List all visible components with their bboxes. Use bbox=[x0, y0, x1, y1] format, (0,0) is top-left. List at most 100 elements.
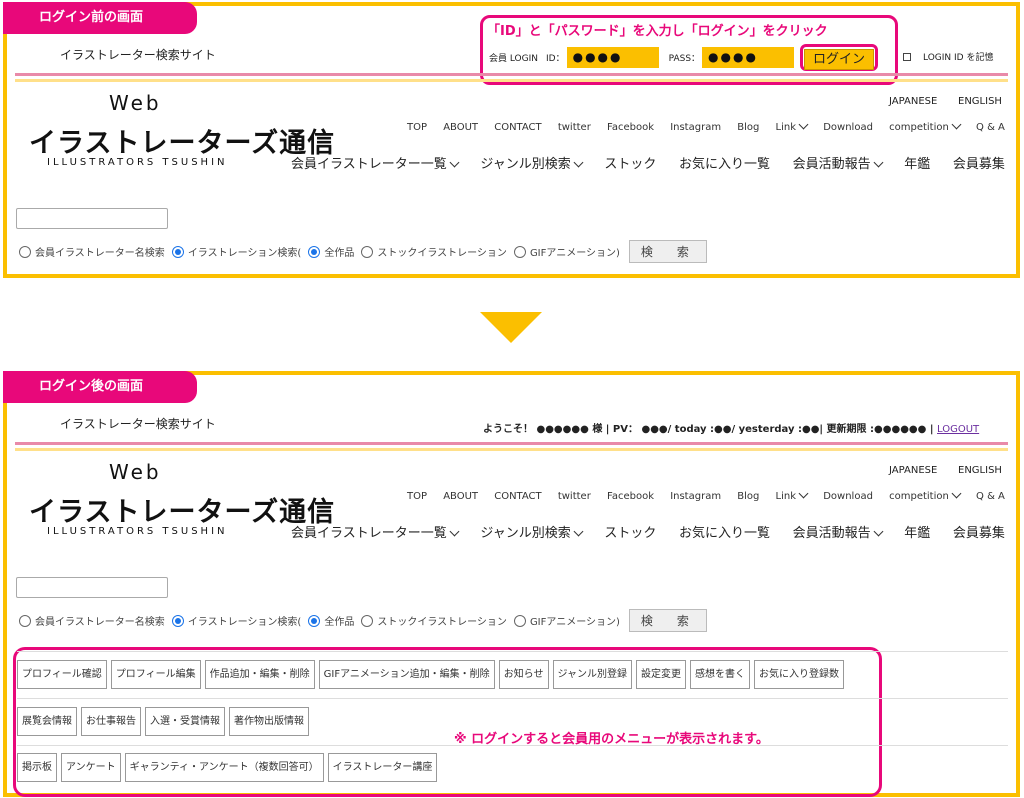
search-button[interactable]: 検 索 bbox=[628, 609, 707, 632]
nav-genre-search[interactable]: ジャンル別検索 bbox=[480, 153, 584, 172]
nav-blog[interactable]: Blog bbox=[737, 122, 759, 133]
nav-activity[interactable]: 会員活動報告 bbox=[792, 522, 884, 541]
nav-genre-search[interactable]: ジャンル別検索 bbox=[480, 522, 584, 541]
login-button[interactable]: ログイン bbox=[804, 49, 875, 70]
radio-gif[interactable]: GIFアニメーション) bbox=[513, 613, 620, 628]
nav-about[interactable]: ABOUT bbox=[443, 122, 478, 133]
nav-top[interactable]: TOP bbox=[407, 491, 427, 502]
radio-label: 会員イラストレーター名検索 bbox=[35, 617, 165, 628]
nav-top[interactable]: TOP bbox=[407, 122, 427, 133]
remember-checkbox[interactable] bbox=[903, 52, 911, 61]
after-login-tag: ログイン後の画面 bbox=[3, 371, 197, 403]
radio-all-works[interactable]: 全作品 bbox=[308, 613, 354, 628]
nav-stock[interactable]: ストック bbox=[604, 153, 656, 172]
nav-member-list[interactable]: 会員イラストレーター一覧 bbox=[291, 522, 460, 541]
radio-label: ストックイラストレーション bbox=[377, 248, 507, 259]
menu-profile-view[interactable]: プロフィール確認 bbox=[17, 660, 107, 689]
nav-activity-label: 会員活動報告 bbox=[792, 157, 871, 172]
nav-contact[interactable]: CONTACT bbox=[494, 491, 541, 502]
radio-stock[interactable]: ストックイラストレーション bbox=[361, 244, 507, 259]
radio-gif[interactable]: GIFアニメーション) bbox=[513, 244, 620, 259]
nav-download[interactable]: Download bbox=[823, 122, 873, 133]
login-instruction: 「ID」と「パスワード」を入力し「ログイン」をクリック bbox=[487, 24, 828, 39]
radio-member-name[interactable]: 会員イラストレーター名検索 bbox=[19, 244, 165, 259]
nav-yearbook[interactable]: 年鑑 bbox=[904, 522, 930, 541]
nav-download[interactable]: Download bbox=[823, 491, 873, 502]
menu-publication-info[interactable]: 著作物出版情報 bbox=[229, 707, 309, 736]
radio-stock[interactable]: ストックイラストレーション bbox=[361, 613, 507, 628]
radio-label: GIFアニメーション) bbox=[529, 248, 620, 259]
nav-member-list[interactable]: 会員イラストレーター一覧 bbox=[291, 153, 460, 172]
logo-web-text: Web bbox=[109, 91, 162, 115]
logo-en-text: ILLUSTRATORS TSUSHIN bbox=[47, 157, 228, 168]
nav-yearbook[interactable]: 年鑑 bbox=[904, 153, 930, 172]
menu-write-feedback[interactable]: 感想を書く bbox=[690, 660, 750, 689]
chevron-down-icon bbox=[951, 488, 962, 499]
nav-contact[interactable]: CONTACT bbox=[494, 122, 541, 133]
logout-link[interactable]: LOGOUT bbox=[937, 424, 979, 435]
search-input[interactable] bbox=[16, 208, 168, 229]
menu-favorite-count[interactable]: お気に入り登録数 bbox=[754, 660, 844, 689]
menu-settings[interactable]: 設定変更 bbox=[636, 660, 686, 689]
login-form: 会員 LOGIN ID： ●●●● PASS： ●●●● ログイン bbox=[489, 44, 879, 71]
menu-gif-edit[interactable]: GIFアニメーション追加・編集・削除 bbox=[318, 660, 495, 689]
radio-all-works[interactable]: 全作品 bbox=[308, 244, 354, 259]
nav-favorites[interactable]: お気に入り一覧 bbox=[679, 522, 770, 541]
logo-en-text: ILLUSTRATORS TSUSHIN bbox=[47, 526, 228, 537]
header-rule-pink bbox=[15, 73, 1008, 76]
lang-english[interactable]: ENGLISH bbox=[958, 96, 1002, 107]
site-logo[interactable]: Web イラストレーターズ通信 ILLUSTRATORS TSUSHIN bbox=[29, 91, 334, 173]
nav-facebook[interactable]: Facebook bbox=[607, 491, 654, 502]
lang-english[interactable]: ENGLISH bbox=[958, 465, 1002, 476]
menu-illustrator-course[interactable]: イラストレーター講座 bbox=[327, 753, 438, 782]
menu-guarantee-survey[interactable]: ギャランティ・アンケート（複数回答可） bbox=[124, 753, 324, 782]
nav-twitter[interactable]: twitter bbox=[558, 122, 591, 133]
menu-profile-edit[interactable]: プロフィール編集 bbox=[110, 660, 201, 689]
lang-japanese[interactable]: JAPANESE bbox=[889, 96, 937, 107]
nav-activity-label: 会員活動報告 bbox=[792, 526, 871, 541]
top-nav: TOP ABOUT CONTACT twitter Facebook Insta… bbox=[407, 119, 1005, 133]
menu-exhibition-info[interactable]: 展覧会情報 bbox=[17, 707, 77, 736]
nav-qa[interactable]: Q & A bbox=[976, 491, 1005, 502]
search-button[interactable]: 検 索 bbox=[628, 240, 707, 263]
panel-before-login: ログイン前の画面 イラストレーター検索サイト 「ID」と「パスワード」を入力し「… bbox=[3, 2, 1020, 278]
menu-bulletin-board[interactable]: 掲示板 bbox=[17, 753, 57, 782]
nav-link[interactable]: Link bbox=[776, 119, 809, 133]
nav-facebook[interactable]: Facebook bbox=[607, 122, 654, 133]
nav-about[interactable]: ABOUT bbox=[443, 491, 478, 502]
nav-instagram[interactable]: Instagram bbox=[670, 491, 721, 502]
radio-illustration[interactable]: イラストレーション検索( bbox=[171, 613, 301, 628]
chevron-down-icon bbox=[573, 157, 584, 168]
password-input[interactable]: ●●●● bbox=[702, 47, 795, 68]
nav-activity[interactable]: 会員活動報告 bbox=[792, 153, 884, 172]
pass-label: PASS： bbox=[668, 54, 701, 64]
nav-favorites[interactable]: お気に入り一覧 bbox=[679, 153, 770, 172]
menu-work-report[interactable]: お仕事報告 bbox=[81, 707, 141, 736]
radio-label: 全作品 bbox=[324, 248, 355, 259]
nav-link[interactable]: Link bbox=[776, 488, 809, 502]
menu-survey[interactable]: アンケート bbox=[61, 753, 121, 782]
nav-qa[interactable]: Q & A bbox=[976, 122, 1005, 133]
search-input[interactable] bbox=[16, 577, 168, 598]
lang-japanese[interactable]: JAPANESE bbox=[889, 465, 937, 476]
menu-works-edit[interactable]: 作品追加・編集・削除 bbox=[204, 660, 315, 689]
nav-recruit[interactable]: 会員募集 bbox=[953, 522, 1005, 541]
remember-id[interactable]: LOGIN ID を記憶 bbox=[903, 50, 993, 63]
site-logo[interactable]: Web イラストレーターズ通信 ILLUSTRATORS TSUSHIN bbox=[29, 460, 334, 542]
nav-blog[interactable]: Blog bbox=[737, 491, 759, 502]
nav-competition[interactable]: competition bbox=[889, 488, 962, 502]
nav-twitter[interactable]: twitter bbox=[558, 491, 591, 502]
radio-circle bbox=[308, 614, 321, 627]
radio-member-name[interactable]: 会員イラストレーター名検索 bbox=[19, 613, 165, 628]
nav-competition[interactable]: competition bbox=[889, 119, 962, 133]
id-input[interactable]: ●●●● bbox=[566, 47, 659, 68]
nav-stock[interactable]: ストック bbox=[604, 522, 656, 541]
radio-illustration[interactable]: イラストレーション検索( bbox=[171, 244, 301, 259]
login-button-highlight: ログイン bbox=[800, 44, 879, 71]
menu-genre-register[interactable]: ジャンル別登録 bbox=[552, 660, 632, 689]
nav-recruit[interactable]: 会員募集 bbox=[953, 153, 1005, 172]
menu-news[interactable]: お知らせ bbox=[498, 660, 549, 689]
menu-award-info[interactable]: 入選・受賞情報 bbox=[145, 707, 225, 736]
nav-instagram[interactable]: Instagram bbox=[670, 122, 721, 133]
main-nav: 会員イラストレーター一覧 ジャンル別検索 ストック お気に入り一覧 会員活動報告… bbox=[291, 153, 1005, 172]
